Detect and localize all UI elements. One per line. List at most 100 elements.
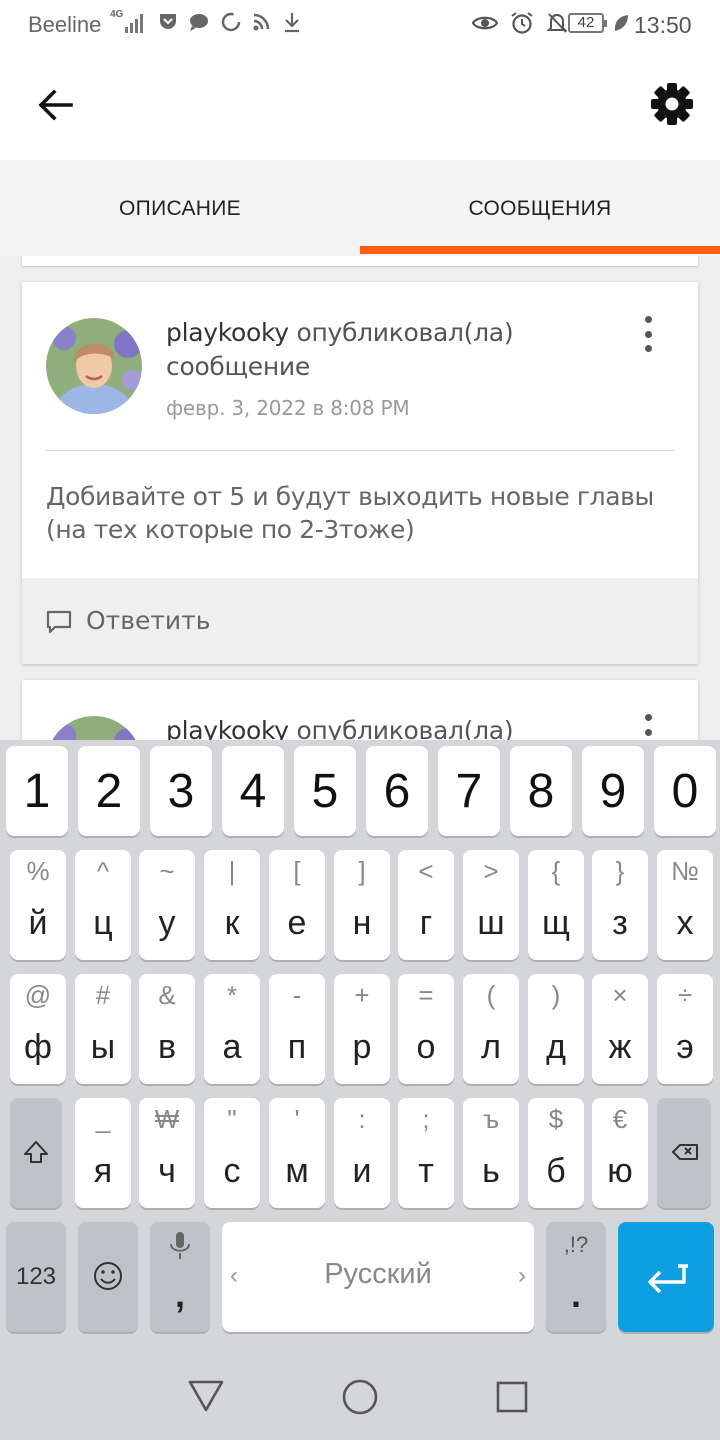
key-letter[interactable]: $ б bbox=[528, 1098, 584, 1208]
key-letter[interactable]: " с bbox=[204, 1098, 260, 1208]
backspace-icon bbox=[672, 1144, 698, 1160]
comment-icon bbox=[46, 610, 72, 634]
message-card: playkooky опубликовал(ла) сообщение февр… bbox=[22, 282, 698, 664]
post-header: playkooky опубликовал(ла) bbox=[166, 714, 606, 740]
key-letter[interactable]: } з bbox=[592, 850, 648, 960]
more-options-button[interactable] bbox=[634, 314, 662, 354]
leaf-icon bbox=[614, 15, 628, 31]
tab-description[interactable]: ОПИСАНИЕ bbox=[0, 160, 360, 256]
alarm-icon bbox=[511, 12, 533, 34]
app-bar bbox=[0, 50, 720, 160]
carrier-name: Beeline bbox=[28, 12, 102, 37]
author-name[interactable]: playkooky bbox=[166, 318, 289, 347]
key-letter[interactable]: % й bbox=[10, 850, 66, 960]
more-vert-icon bbox=[644, 316, 652, 323]
tab-messages[interactable]: СООБЩЕНИЯ bbox=[360, 160, 720, 256]
key-9[interactable]: 9 bbox=[582, 746, 644, 836]
bell-off-icon bbox=[546, 13, 568, 33]
nav-home-icon[interactable] bbox=[341, 1378, 379, 1416]
post-action: опубликовал(ла) bbox=[296, 716, 514, 740]
key-letter[interactable]: & в bbox=[139, 974, 195, 1084]
key-letter[interactable]: × ж bbox=[592, 974, 648, 1084]
key-letter[interactable]: -п bbox=[269, 974, 325, 1084]
key-letter[interactable]: ) д bbox=[528, 974, 584, 1084]
key-letter[interactable]: * а bbox=[204, 974, 260, 1084]
key-letter[interactable]: ^ ц bbox=[75, 850, 131, 960]
key-letter[interactable]: # ы bbox=[75, 974, 131, 1084]
reply-button[interactable]: Ответить bbox=[22, 578, 698, 664]
key-letter[interactable]: + р bbox=[334, 974, 390, 1084]
status-bar: Beeline 4G 42 13:50 bbox=[0, 0, 720, 50]
key-letter[interactable]: ÷ э bbox=[657, 974, 713, 1084]
key-2[interactable]: 2 bbox=[78, 746, 140, 836]
key-letter[interactable]: [е bbox=[269, 850, 325, 960]
emoji-icon bbox=[94, 1262, 122, 1290]
post-header: playkooky опубликовал(ла) сообщение bbox=[166, 316, 606, 384]
battery-indicator: 42 bbox=[568, 13, 607, 33]
period-key[interactable]: ,!? . bbox=[546, 1222, 606, 1332]
symbols-key[interactable]: 123 bbox=[6, 1222, 66, 1332]
settings-button[interactable] bbox=[646, 78, 698, 130]
back-button[interactable] bbox=[30, 80, 80, 130]
key-letter[interactable]: (л bbox=[463, 974, 519, 1084]
space-right-arrow: › bbox=[518, 1262, 526, 1289]
more-options-button[interactable] bbox=[634, 712, 662, 740]
key-letter[interactable]: ₩ ч bbox=[139, 1098, 195, 1208]
avatar[interactable] bbox=[46, 716, 142, 740]
key-letter[interactable]: № х bbox=[657, 850, 713, 960]
emoji-key[interactable] bbox=[78, 1222, 138, 1332]
message-text: Добивайте от 5 и будут выходить новые гл… bbox=[46, 482, 654, 544]
signal-icon bbox=[125, 14, 143, 33]
comma-label: , bbox=[174, 1274, 185, 1315]
network-type: 4G bbox=[110, 9, 124, 20]
author-name[interactable]: playkooky bbox=[166, 716, 289, 740]
key-letter[interactable]: ; т bbox=[398, 1098, 454, 1208]
divider bbox=[46, 450, 674, 451]
back-arrow-icon bbox=[38, 89, 73, 121]
sync-circle-icon bbox=[221, 12, 241, 32]
key-letter[interactable]: ъь bbox=[463, 1098, 519, 1208]
key-letter[interactable]: {щ bbox=[528, 850, 584, 960]
key-letter[interactable]: :и bbox=[334, 1098, 390, 1208]
key-letter[interactable]: _ я bbox=[75, 1098, 131, 1208]
space-label: Русский bbox=[324, 1258, 432, 1290]
key-letter[interactable]: € ю bbox=[592, 1098, 648, 1208]
space-key[interactable]: ‹ Русский › bbox=[222, 1222, 534, 1332]
reply-label: Ответить bbox=[86, 606, 211, 635]
key-8[interactable]: 8 bbox=[510, 746, 572, 836]
key-letter[interactable]: < г bbox=[398, 850, 454, 960]
key-letter[interactable]: @ ф bbox=[10, 974, 66, 1084]
key-letter[interactable]: > ш bbox=[463, 850, 519, 960]
previous-card-edge bbox=[22, 256, 698, 266]
system-nav-bar bbox=[0, 1340, 720, 1440]
key-4[interactable]: 4 bbox=[222, 746, 284, 836]
post-date: февр. 3, 2022 в 8:08 PM bbox=[166, 396, 410, 420]
backspace-key[interactable] bbox=[657, 1098, 711, 1208]
enter-icon bbox=[648, 1264, 688, 1294]
tab-bar: ОПИСАНИЕ СООБЩЕНИЯ bbox=[0, 160, 720, 256]
key-letter[interactable]: ' м bbox=[269, 1098, 325, 1208]
nav-recents-icon[interactable] bbox=[495, 1380, 529, 1414]
key-7[interactable]: 7 bbox=[438, 746, 500, 836]
shift-key[interactable] bbox=[10, 1098, 62, 1208]
nav-back-icon[interactable] bbox=[186, 1378, 226, 1414]
key-letter[interactable]: ] н bbox=[334, 850, 390, 960]
key-1[interactable]: 1 bbox=[6, 746, 68, 836]
shift-icon bbox=[24, 1141, 48, 1163]
rss-icon bbox=[253, 13, 270, 31]
key-0[interactable]: 0 bbox=[654, 746, 716, 836]
comma-key[interactable]: , bbox=[150, 1222, 210, 1332]
message-card: playkooky опубликовал(ла) bbox=[22, 680, 698, 740]
key-letter[interactable]: | к bbox=[204, 850, 260, 960]
enter-key[interactable] bbox=[618, 1222, 714, 1332]
avatar[interactable] bbox=[46, 318, 142, 414]
period-label: . bbox=[570, 1274, 581, 1315]
messages-list[interactable]: playkooky опубликовал(ла) сообщение февр… bbox=[0, 256, 720, 740]
key-3[interactable]: 3 bbox=[150, 746, 212, 836]
gear-icon bbox=[651, 83, 693, 125]
key-6[interactable]: 6 bbox=[366, 746, 428, 836]
key-letter[interactable]: = о bbox=[398, 974, 454, 1084]
download-icon bbox=[285, 13, 299, 33]
key-letter[interactable]: ~ у bbox=[139, 850, 195, 960]
key-5[interactable]: 5 bbox=[294, 746, 356, 836]
